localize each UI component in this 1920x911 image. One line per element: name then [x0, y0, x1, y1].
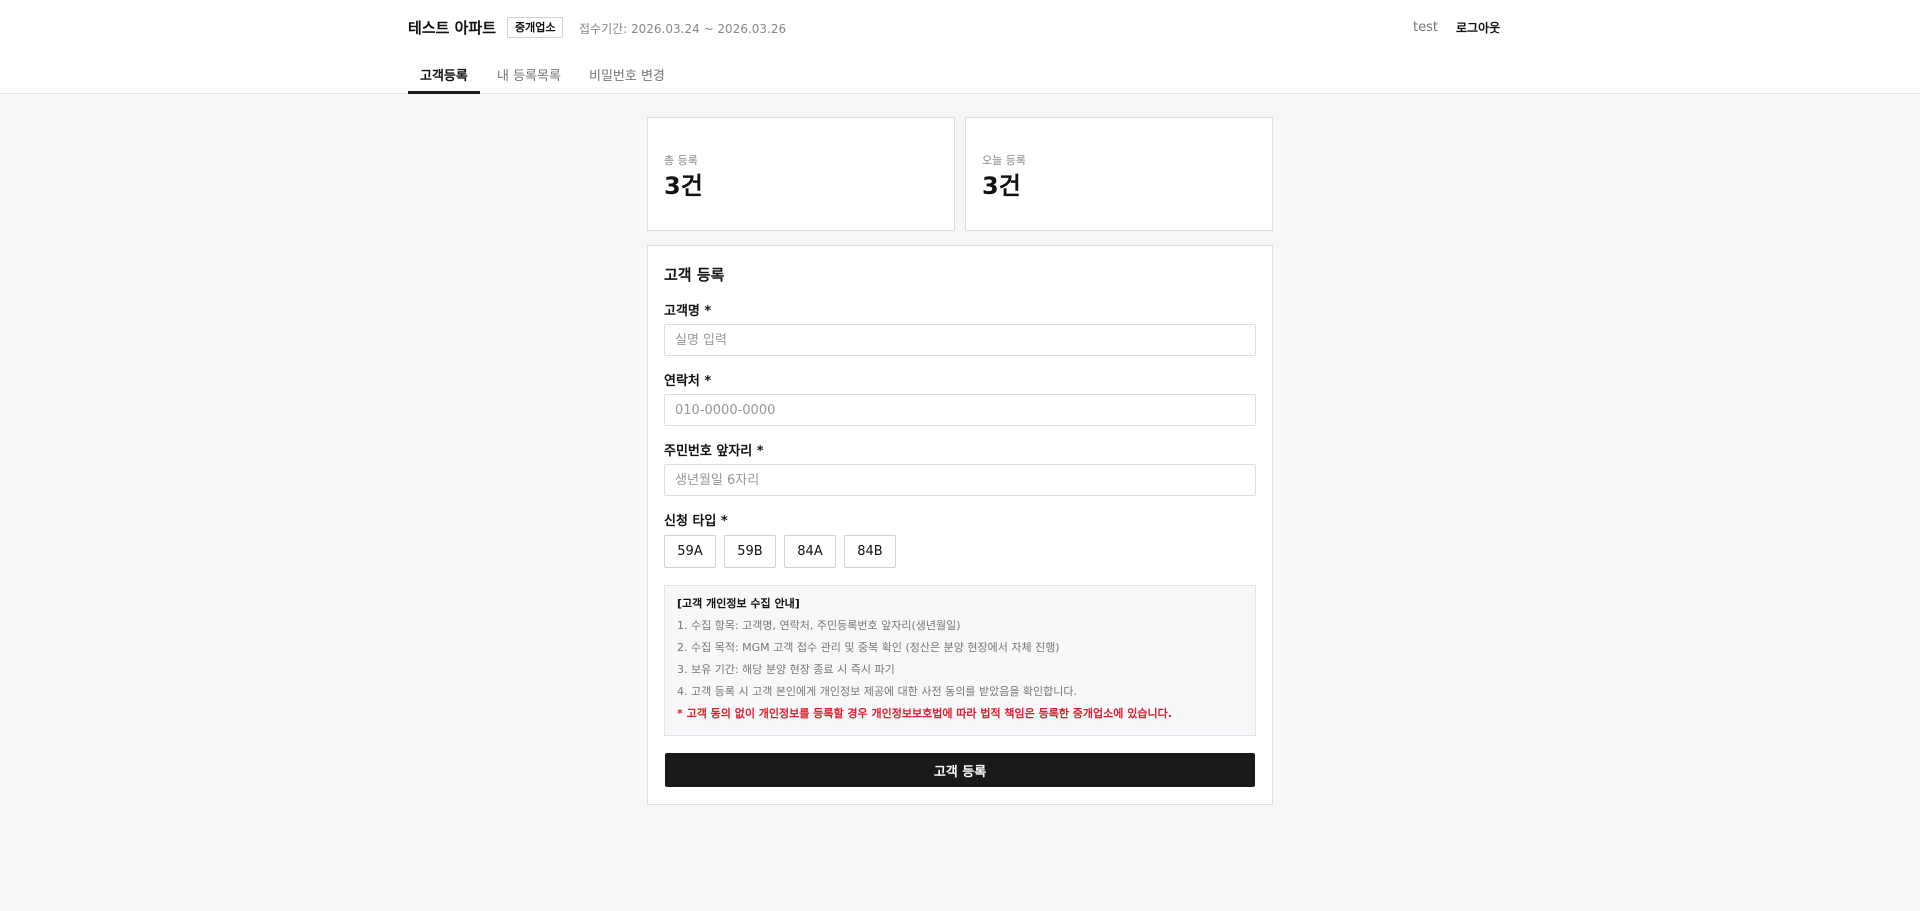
privacy-notice-title: [고객 개인정보 수집 안내] — [677, 597, 800, 610]
privacy-warning: * 고객 동의 없이 개인정보를 등록할 경우 개인정보보호법에 따라 법적 책… — [677, 707, 1172, 720]
privacy-notice-line: 4. 고객 등록 시 고객 본인에게 개인정보 제공에 대한 사전 동의를 받았… — [677, 685, 1078, 698]
type-option-59b[interactable]: 59B — [724, 535, 776, 568]
rrn-prefix-input[interactable] — [664, 464, 1256, 496]
privacy-notice-line: 2. 수집 목적: MGM 고객 접수 관리 및 중복 확인 (정산은 분양 현… — [677, 641, 1060, 654]
site-title: 테스트 아파트 — [408, 19, 497, 37]
logout-button[interactable]: 로그아웃 — [1456, 19, 1500, 36]
role-badge: 중개업소 — [507, 17, 564, 38]
type-option-84b[interactable]: 84B — [844, 535, 896, 568]
rrn-prefix-label: 주민번호 앞자리 * — [664, 444, 764, 459]
register-customer-button[interactable]: 고객 등록 — [665, 753, 1255, 787]
active-tab-indicator — [408, 91, 480, 94]
privacy-notice-line: 1. 수집 항목: 고객명, 연락처, 주민등록번호 앞자리(생년월일) — [677, 619, 961, 632]
stat-card-total: 총 등록 3건 — [647, 117, 955, 231]
type-option-84a[interactable]: 84A — [784, 535, 836, 568]
form-title: 고객 등록 — [664, 266, 725, 284]
type-option-59a[interactable]: 59A — [664, 535, 716, 568]
tab-my-registrations[interactable]: 내 등록목록 — [497, 65, 561, 84]
stat-card-today: 오늘 등록 3건 — [965, 117, 1273, 231]
privacy-notice: [고객 개인정보 수집 안내] 1. 수집 항목: 고객명, 연락처, 주민등록… — [664, 585, 1256, 736]
customer-registration-form: 고객 등록 고객명 * 연락처 * 주민번호 앞자리 * 신청 타입 * 59A… — [647, 245, 1273, 805]
top-navigation-bar: 테스트 아파트 중개업소 접수기간: 2026.03.24 ~ 2026.03.… — [0, 0, 1920, 94]
phone-label: 연락처 * — [664, 374, 712, 389]
reception-period: 접수기간: 2026.03.24 ~ 2026.03.26 — [579, 22, 787, 36]
customer-name-input[interactable] — [664, 324, 1256, 356]
tab-change-password[interactable]: 비밀번호 변경 — [589, 65, 665, 84]
user-name: test — [1413, 20, 1438, 35]
phone-input[interactable] — [664, 394, 1256, 426]
privacy-notice-line: 3. 보유 기간: 해당 분양 현장 종료 시 즉시 파기 — [677, 663, 895, 676]
tab-customer-registration[interactable]: 고객등록 — [420, 65, 468, 84]
application-type-label: 신청 타입 * — [664, 514, 728, 529]
stat-value-total: 3건 — [664, 172, 703, 200]
stat-value-today: 3건 — [982, 172, 1021, 200]
customer-name-label: 고객명 * — [664, 304, 712, 319]
